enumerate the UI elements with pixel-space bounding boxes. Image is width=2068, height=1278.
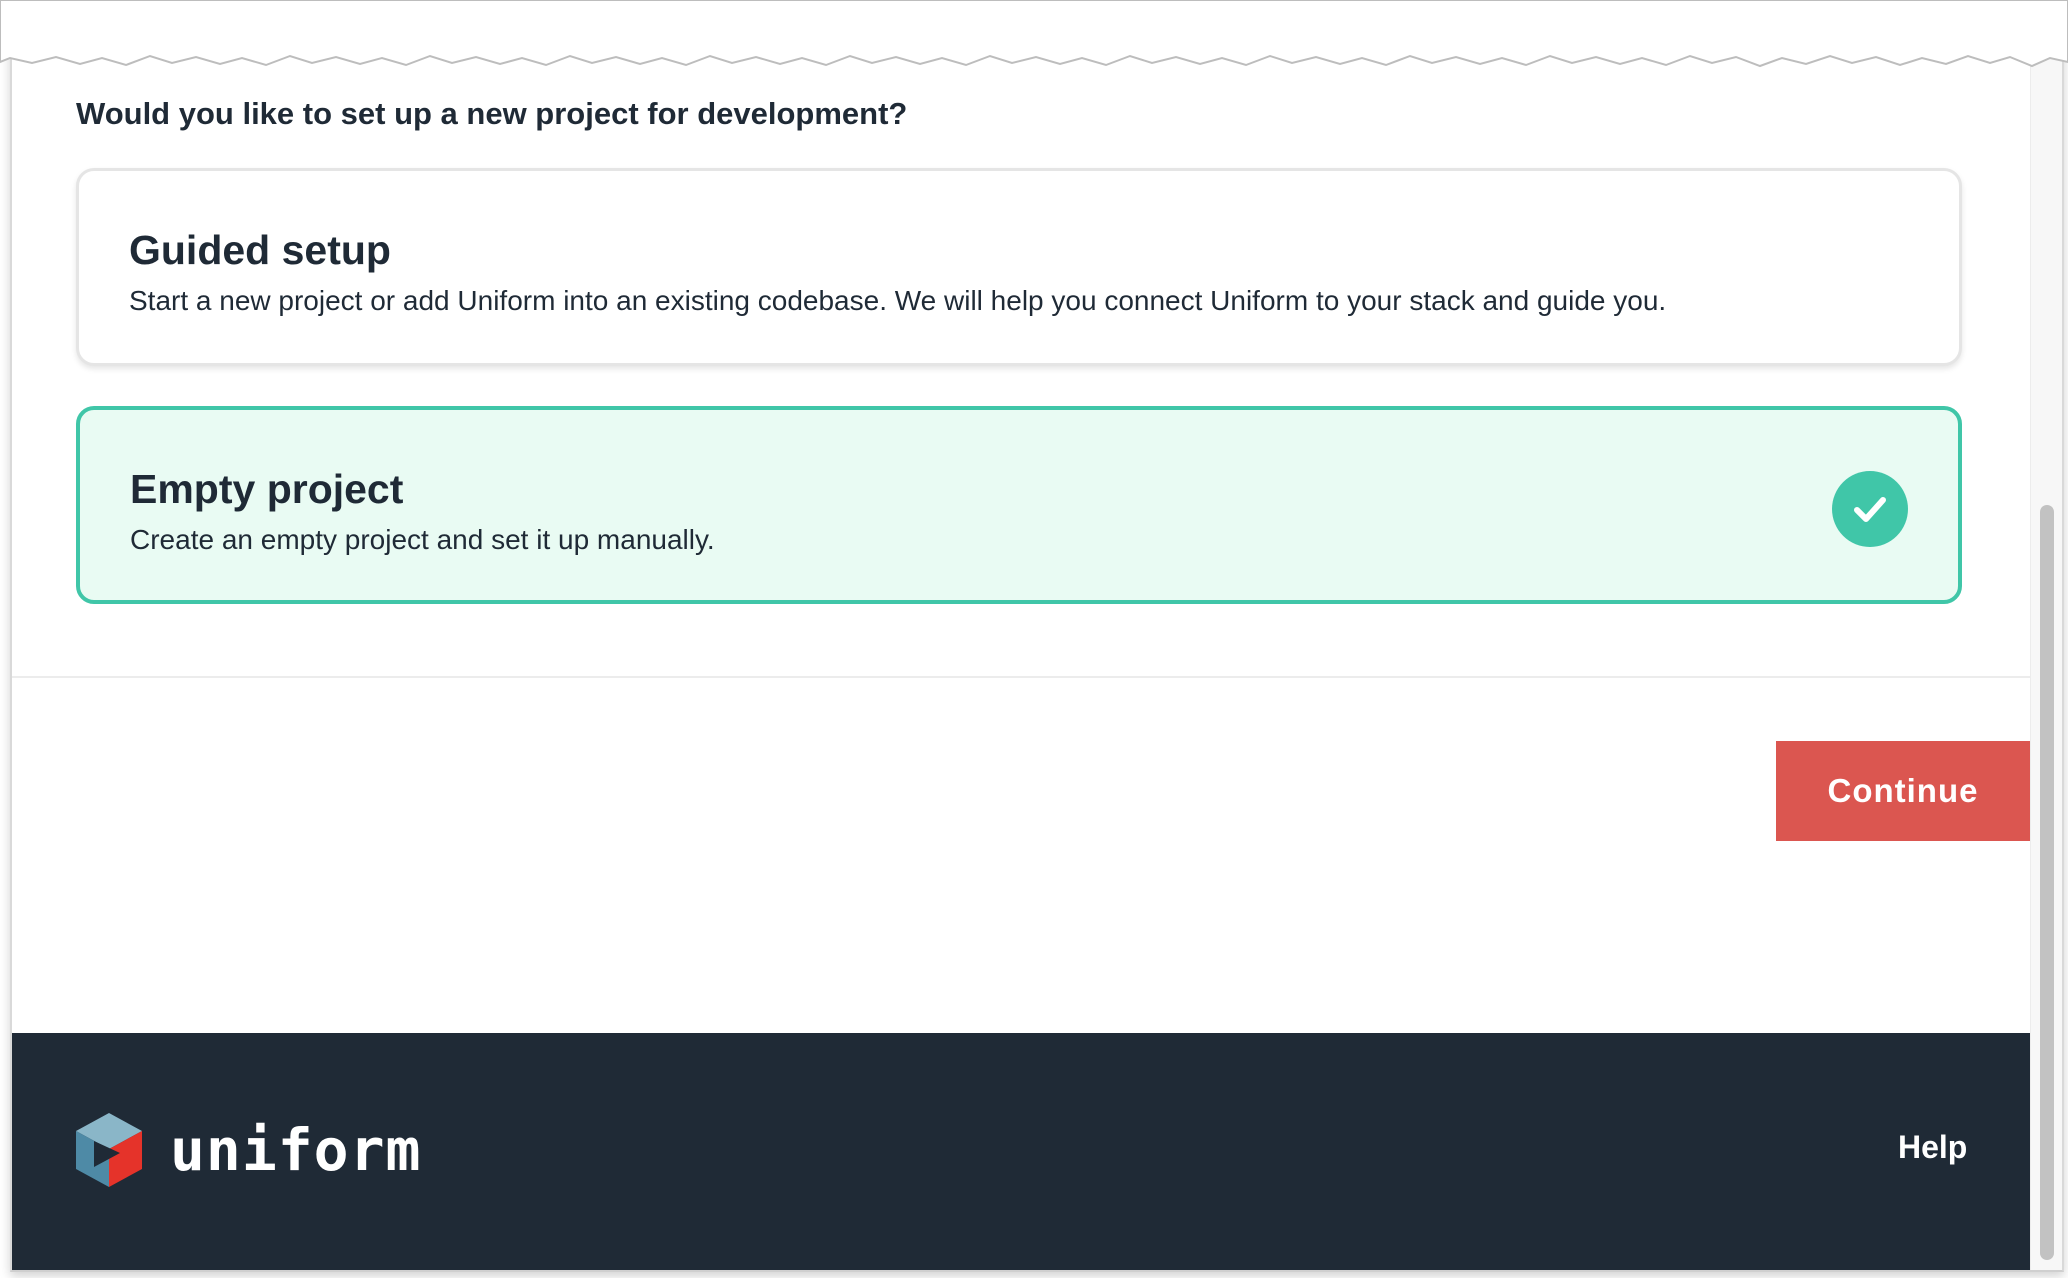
question-heading: Would you like to set up a new project f… — [76, 96, 908, 131]
section-divider — [12, 676, 2030, 678]
brand-name: uniform — [170, 1116, 422, 1184]
option-description: Start a new project or add Uniform into … — [129, 285, 1667, 316]
check-circle-icon — [1832, 471, 1908, 547]
continue-button[interactable]: Continue — [1776, 741, 2030, 841]
option-title: Empty project — [130, 466, 404, 512]
option-card-guided-setup[interactable]: Guided setup Start a new project or add … — [76, 168, 1962, 366]
help-link[interactable]: Help — [1898, 1129, 1967, 1166]
scrollbar[interactable] — [2030, 0, 2062, 1270]
option-description: Create an empty project and set it up ma… — [130, 524, 715, 555]
scrollbar-thumb[interactable] — [2040, 505, 2054, 1260]
brand-logo[interactable]: uniform — [74, 1111, 421, 1189]
footer: uniform Help — [12, 1033, 2030, 1270]
uniform-logo-icon — [76, 1113, 142, 1187]
torn-paper-edge — [0, 0, 2068, 68]
onboarding-window: Would you like to set up a new project f… — [10, 0, 2064, 1272]
option-title: Guided setup — [129, 227, 391, 273]
option-card-empty-project[interactable]: Empty project Create an empty project an… — [76, 406, 1962, 604]
